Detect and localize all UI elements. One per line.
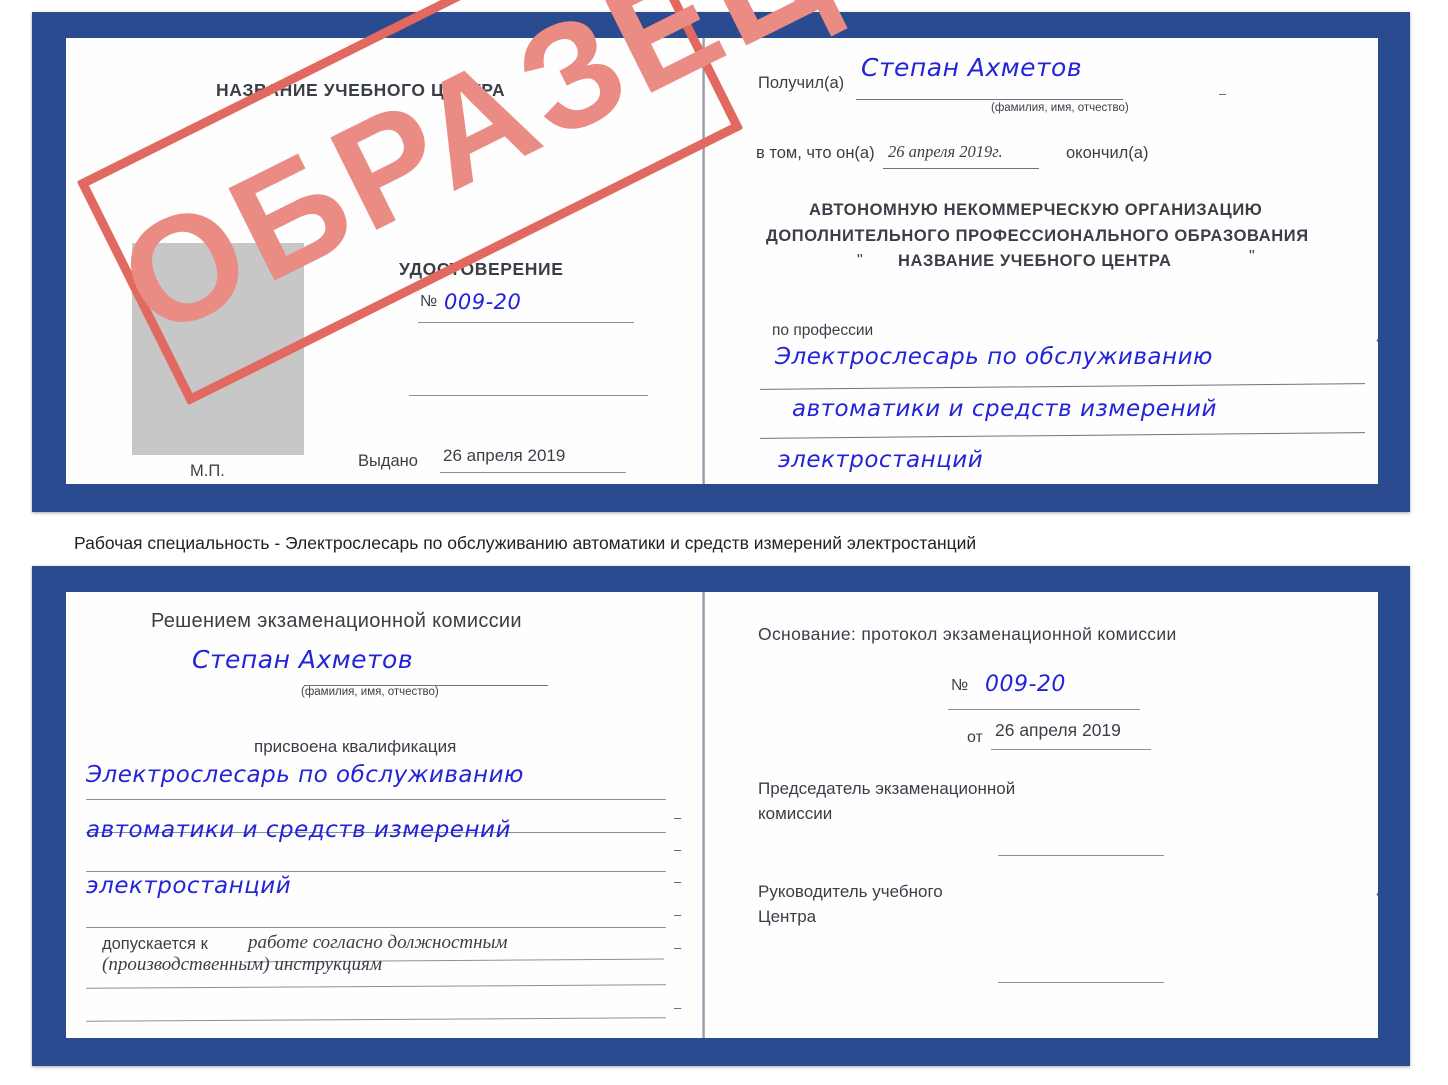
top-right-received-rule (856, 99, 1123, 100)
caption-text: Рабочая специальность - Электрослесарь п… (74, 533, 977, 553)
bottom-right-basis-label: Основание: протокол экзаменационной коми… (758, 624, 1177, 644)
top-left-number-label: № (420, 293, 438, 310)
bottom-left-qualification-line2: автоматики и средств измерений (86, 817, 511, 843)
top-right-that-he-label: в том, что он(а) (756, 144, 875, 162)
top-left-seal-label: М.П. (190, 462, 225, 480)
bottom-right-head-line2: Центра (758, 907, 817, 926)
top-right-org-line2: ДОПОЛНИТЕЛЬНОГО ПРОФЕССИОНАЛЬНОГО ОБРАЗО… (766, 227, 1309, 245)
gutter-mark-4: – (674, 907, 682, 922)
bottom-left-qual-rule2 (86, 871, 666, 872)
edge-mark-bot-6: ‹- (1376, 886, 1378, 901)
top-left-blank-rule (409, 395, 648, 396)
bottom-right-number-rule (948, 709, 1140, 710)
top-left-issued-rule (440, 472, 626, 473)
top-right-edge-dash-a: – (1219, 86, 1227, 101)
gutter-mark-5: – (674, 940, 682, 955)
top-right-that-he-rule (883, 168, 1039, 169)
bottom-left-allowed-value2: (производственным) инструкциям (102, 954, 382, 975)
certificate-top: НАЗВАНИЕ УЧЕБНОГО ЦЕНТРА УДОСТОВЕРЕНИЕ №… (32, 12, 1410, 512)
top-right-received-label: Получил(а) (758, 74, 845, 92)
top-left-number-rule (418, 322, 634, 323)
top-left-doc-type: УДОСТОВЕРЕНИЕ (399, 259, 564, 279)
top-left-number-value: 009-20 (444, 290, 522, 314)
edge-mark-top-6: ‹- (1376, 332, 1378, 347)
bottom-right-head-sign-rule (998, 982, 1164, 983)
top-right-profession-line3: электростанций (778, 447, 984, 473)
bottom-right-chairman-sign-rule (998, 855, 1164, 856)
certificate-bottom: Решением экзаменационной комиссии Степан… (32, 566, 1410, 1066)
bottom-left-qualification-line1: Электрослесарь по обслуживанию (86, 762, 524, 788)
bottom-left-allowed-label: допускается к (102, 935, 208, 953)
gutter-mark-6: – (674, 1000, 682, 1015)
gutter-mark-1: – (674, 810, 682, 825)
bottom-right-from-label: от (967, 729, 983, 746)
photo-placeholder (132, 243, 304, 455)
bottom-right-chairman-line2: комиссии (758, 804, 833, 823)
top-right-profession-label: по профессии (772, 322, 874, 339)
gutter-mark-2: – (674, 842, 682, 857)
top-right-org-quote-open: " (857, 252, 863, 269)
certificate-bottom-pages: Решением экзаменационной комиссии Степан… (66, 592, 1378, 1038)
bottom-right-number-label: № (951, 677, 969, 694)
top-right-finished-label: окончил(а) (1066, 144, 1149, 162)
bottom-right-from-value: 26 апреля 2019 (995, 720, 1121, 740)
top-right-org-line3: НАЗВАНИЕ УЧЕБНОГО ЦЕНТРА (898, 252, 1172, 270)
bottom-left-qual-rule3 (86, 927, 666, 928)
top-right-profession-line1: Электрослесарь по обслуживанию (775, 344, 1213, 370)
top-right-received-value: Степан Ахметов (861, 53, 1083, 82)
certificate-top-pages: НАЗВАНИЕ УЧЕБНОГО ЦЕНТРА УДОСТОВЕРЕНИЕ №… (66, 38, 1378, 484)
bottom-left-qual-rule1a (86, 799, 666, 800)
top-right-org-line1: АВТОНОМНУЮ НЕКОММЕРЧЕСКУЮ ОРГАНИЗАЦИЮ (809, 201, 1263, 219)
bottom-right-from-rule (991, 749, 1151, 750)
top-right-fio-hint: (фамилия, имя, отчество) (991, 102, 1129, 114)
bottom-left-name-value: Степан Ахметов (192, 645, 414, 674)
top-left-issued-label: Выдано (358, 452, 418, 470)
top-left-issued-value: 26 апреля 2019 (443, 446, 566, 465)
bottom-right-head-line1: Руководитель учебного (758, 882, 943, 901)
gutter-mark-3: – (674, 874, 682, 889)
top-left-center-name: НАЗВАНИЕ УЧЕБНОГО ЦЕНТРА (216, 80, 506, 100)
top-right-profession-line2: автоматики и средств измерений (792, 396, 1217, 422)
bottom-left-fio-hint: (фамилия, имя, отчество) (301, 686, 439, 698)
bottom-left-heading: Решением экзаменационной комиссии (151, 610, 522, 632)
top-right-org-quote-close: " (1249, 248, 1255, 265)
bottom-left-qualification-line3: электростанций (86, 873, 292, 899)
bottom-left-qualification-label: присвоена квалификация (254, 737, 457, 756)
bottom-right-chairman-line1: Председатель экзаменационной (758, 779, 1016, 798)
bottom-left-allowed-value1: работе согласно должностным (248, 932, 508, 953)
bottom-right-number-value: 009-20 (985, 672, 1066, 697)
top-right-that-he-value: 26 апреля 2019г. (888, 142, 1003, 161)
